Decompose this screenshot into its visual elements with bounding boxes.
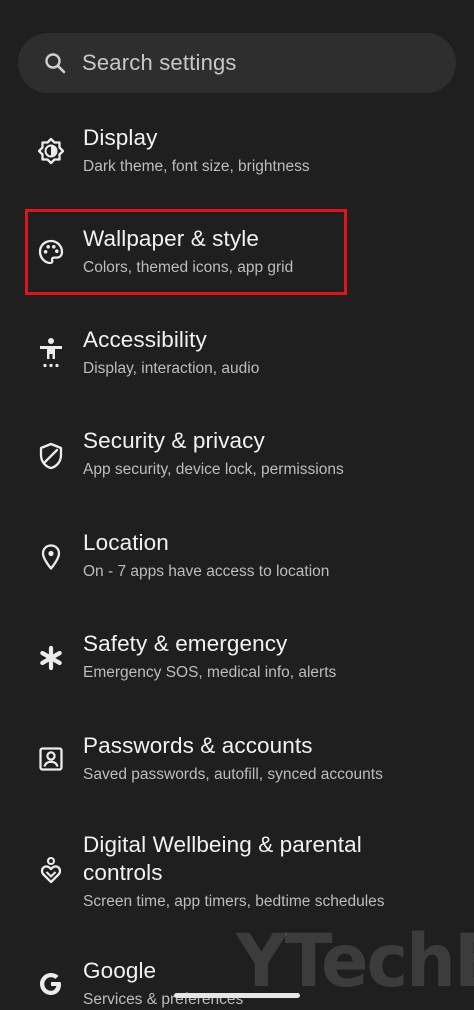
wellbeing-icon bbox=[36, 856, 66, 886]
settings-item-display[interactable]: Display Dark theme, font size, brightnes… bbox=[0, 110, 474, 206]
settings-item-passwords-accounts[interactable]: Passwords & accounts Saved passwords, au… bbox=[0, 718, 474, 814]
search-input[interactable]: Search settings bbox=[82, 50, 237, 76]
settings-item-title-line-1: Digital Wellbeing & parental bbox=[83, 832, 362, 857]
settings-item-title: Display bbox=[83, 125, 158, 150]
settings-item-subtitle: On - 7 apps have access to location bbox=[83, 563, 330, 580]
accessibility-icon bbox=[36, 338, 66, 368]
settings-item-subtitle: Display, interaction, audio bbox=[83, 360, 260, 377]
google-g-icon bbox=[36, 969, 66, 999]
settings-item-subtitle: Emergency SOS, medical info, alerts bbox=[83, 664, 337, 681]
settings-item-title: Google bbox=[83, 958, 157, 983]
settings-item-title: Wallpaper & style bbox=[83, 226, 259, 251]
gesture-navigation-bar[interactable] bbox=[174, 993, 300, 998]
settings-item-security-privacy[interactable]: Security & privacy App security, device … bbox=[0, 413, 474, 509]
settings-item-safety-emergency[interactable]: Safety & emergency Emergency SOS, medica… bbox=[0, 616, 474, 712]
shield-icon bbox=[36, 441, 66, 471]
palette-icon bbox=[36, 237, 66, 267]
settings-item-title: Location bbox=[83, 530, 169, 555]
settings-item-title: Accessibility bbox=[83, 327, 207, 352]
settings-item-wallpaper-style[interactable]: Wallpaper & style Colors, themed icons, … bbox=[0, 211, 474, 307]
settings-item-digital-wellbeing[interactable]: Digital Wellbeing & parental controls Sc… bbox=[0, 818, 474, 928]
search-icon bbox=[42, 50, 68, 76]
search-bar[interactable]: Search settings bbox=[18, 33, 456, 93]
settings-item-location[interactable]: Location On - 7 apps have access to loca… bbox=[0, 515, 474, 611]
settings-item-subtitle: Screen time, app timers, bedtime schedul… bbox=[83, 893, 385, 910]
settings-item-subtitle: Saved passwords, autofill, synced accoun… bbox=[83, 766, 383, 783]
asterisk-icon bbox=[36, 643, 66, 673]
account-box-icon bbox=[36, 744, 66, 774]
brightness-icon bbox=[36, 136, 66, 166]
settings-item-subtitle: App security, device lock, permissions bbox=[83, 461, 344, 478]
settings-item-google[interactable]: Google Services & preferences bbox=[0, 943, 474, 1010]
settings-item-subtitle: Colors, themed icons, app grid bbox=[83, 259, 294, 276]
settings-item-title: Safety & emergency bbox=[83, 631, 288, 656]
settings-screen: Search settings Display Dark theme, font… bbox=[0, 0, 474, 1010]
location-pin-icon bbox=[36, 542, 66, 572]
settings-item-title: Security & privacy bbox=[83, 428, 265, 453]
settings-item-title: Passwords & accounts bbox=[83, 733, 313, 758]
settings-item-accessibility[interactable]: Accessibility Display, interaction, audi… bbox=[0, 312, 474, 408]
settings-item-title-line-2: controls bbox=[83, 860, 163, 885]
settings-item-subtitle: Dark theme, font size, brightness bbox=[83, 158, 310, 175]
